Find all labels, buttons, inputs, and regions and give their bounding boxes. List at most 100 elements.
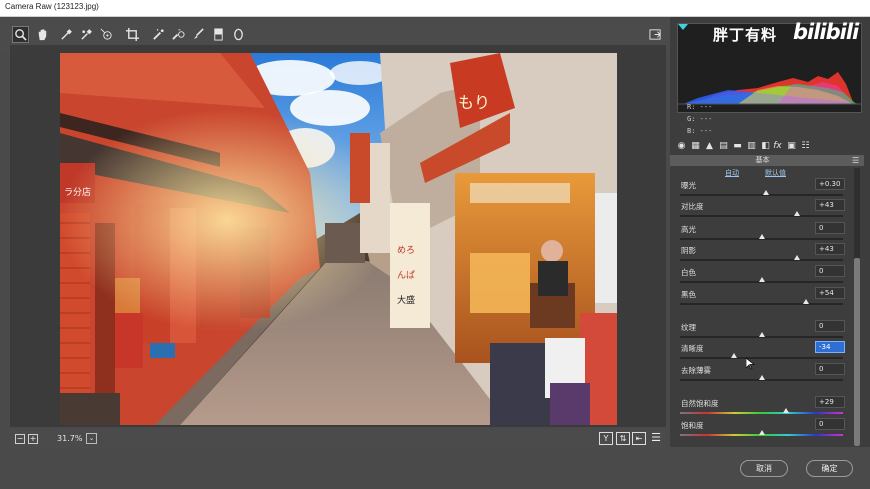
color-sampler-icon[interactable] xyxy=(78,26,95,43)
eyedropper-icon[interactable] xyxy=(58,26,75,43)
crop-icon[interactable] xyxy=(124,26,141,43)
slider-value-field[interactable]: +29 xyxy=(815,396,845,408)
detail-tab-icon[interactable]: ▲ xyxy=(704,141,715,152)
slider-label: 对比度 xyxy=(681,202,704,211)
slider-row: 纹理 0 xyxy=(680,320,850,342)
panel-tabs: ◉ ▦ ▲ ▤ ▬ ▥ ◧ fx ▣ ☷ xyxy=(670,139,870,155)
slider-thumb[interactable] xyxy=(758,375,765,380)
svg-text:大盛: 大盛 xyxy=(397,294,415,306)
brush-icon[interactable] xyxy=(190,26,207,43)
slider-value-field[interactable]: +0.30 xyxy=(815,178,845,190)
swap-settings-icon[interactable]: ⇅ xyxy=(616,432,630,445)
slider-thumb[interactable] xyxy=(730,353,737,358)
slider-label: 白色 xyxy=(681,268,696,277)
svg-text:めろ: めろ xyxy=(397,245,415,256)
preview-image[interactable]: ラ分店 もり めろ んぱ 大盛 xyxy=(60,53,617,425)
tone-curve-tab-icon[interactable]: ▦ xyxy=(690,141,701,152)
slider-label: 自然饱和度 xyxy=(681,399,719,408)
svg-text:もり: もり xyxy=(458,93,490,112)
slider-thumb[interactable] xyxy=(794,211,801,216)
basic-tab-icon[interactable]: ◉ xyxy=(676,141,687,152)
slider-value-field[interactable]: 0 xyxy=(815,265,845,277)
slider-value-field[interactable]: 0 xyxy=(815,320,845,332)
slider-row: 清晰度 -34 xyxy=(680,341,850,363)
slider-thumb[interactable] xyxy=(802,299,809,304)
slider-track[interactable] xyxy=(680,259,843,261)
zoom-out-button[interactable]: − xyxy=(15,434,25,444)
before-after-view-icon[interactable]: Y xyxy=(599,432,613,445)
slider-thumb[interactable] xyxy=(782,408,789,413)
calibration-tab-icon[interactable]: ▣ xyxy=(786,141,797,152)
zoom-dropdown[interactable]: ⌄ xyxy=(86,433,97,444)
slider-row: 去除薄雾 0 xyxy=(680,363,850,385)
slider-label: 高光 xyxy=(681,225,696,234)
slider-row: 阴影 +43 xyxy=(680,243,850,265)
slider-value-field[interactable]: 0 xyxy=(815,363,845,375)
slider-row: 曝光 +0.30 xyxy=(680,178,850,200)
watermark-logo: bilibili xyxy=(793,20,859,44)
watermark-channel: 胖丁有料 xyxy=(713,26,778,44)
open-in-new-icon[interactable] xyxy=(647,26,664,43)
rgb-readout: R: --- G: --- B: --- xyxy=(687,101,712,137)
toggle-settings-icon[interactable]: ☰ xyxy=(649,432,663,445)
zoom-icon[interactable] xyxy=(12,26,29,43)
panel-menu-icon[interactable]: ☰ xyxy=(852,156,859,165)
camera-raw-window: Camera Raw (123123.jpg) もり めろ んぱ 大盛 − + … xyxy=(0,0,870,489)
slider-thumb[interactable] xyxy=(758,277,765,282)
ok-button[interactable]: 确定 xyxy=(806,460,853,477)
split-toning-tab-icon[interactable]: ▬ xyxy=(732,141,743,152)
slider-label: 阴影 xyxy=(681,246,696,255)
slider-row: 黑色 +54 xyxy=(680,287,850,309)
default-link[interactable]: 默认值 xyxy=(765,168,786,178)
panel-scrollbar-thumb[interactable] xyxy=(854,258,860,446)
copy-settings-icon[interactable]: ⇤ xyxy=(632,432,646,445)
slider-value-field[interactable]: +43 xyxy=(815,199,845,211)
slider-value-field[interactable]: +43 xyxy=(815,243,845,255)
slider-track[interactable] xyxy=(680,215,843,217)
panel-title: 基本 xyxy=(755,156,770,164)
transform-tab-icon[interactable]: ◧ xyxy=(760,141,771,152)
slider-value-field[interactable]: -34 xyxy=(815,341,845,353)
slider-row: 对比度 +43 xyxy=(680,199,850,221)
slider-label: 黑色 xyxy=(681,290,696,299)
mouse-cursor-icon xyxy=(746,358,755,370)
spot-removal-icon[interactable] xyxy=(150,26,167,43)
svg-text:んぱ: んぱ xyxy=(397,270,415,281)
g-readout: G: --- xyxy=(687,115,713,123)
slider-thumb[interactable] xyxy=(794,255,801,260)
slider-value-field[interactable]: 0 xyxy=(815,222,845,234)
zoom-level: 31.7% xyxy=(57,434,83,443)
slider-row: 自然饱和度 +29 xyxy=(680,396,850,418)
hand-icon[interactable] xyxy=(34,26,51,43)
slider-thumb[interactable] xyxy=(758,430,765,435)
slider-value-field[interactable]: +54 xyxy=(815,287,845,299)
cancel-button[interactable]: 取消 xyxy=(740,460,788,477)
slider-row: 饱和度 0 xyxy=(680,418,850,440)
slider-track[interactable] xyxy=(680,194,843,196)
panel-header: 基本 xyxy=(670,155,864,166)
presets-tab-icon[interactable]: ☷ xyxy=(800,141,811,152)
radial-filter-icon[interactable] xyxy=(230,26,247,43)
effects-tab-icon[interactable]: fx xyxy=(772,141,783,152)
slider-value-field[interactable]: 0 xyxy=(815,418,845,430)
r-readout: R: --- xyxy=(687,103,713,111)
slider-track[interactable] xyxy=(680,303,843,305)
target-adjust-icon[interactable] xyxy=(98,26,115,43)
auto-link[interactable]: 自动 xyxy=(725,168,739,178)
slider-track[interactable] xyxy=(680,412,843,414)
hsl-tab-icon[interactable]: ▤ xyxy=(718,141,729,152)
slider-thumb[interactable] xyxy=(758,332,765,337)
red-eye-icon[interactable] xyxy=(170,26,187,43)
slider-label: 清晰度 xyxy=(681,344,704,353)
slider-label: 纹理 xyxy=(681,323,696,332)
slider-track[interactable] xyxy=(680,357,843,359)
graduated-filter-icon[interactable] xyxy=(210,26,227,43)
zoom-in-button[interactable]: + xyxy=(28,434,38,444)
slider-label: 曝光 xyxy=(681,181,696,190)
title-bar: Camera Raw (123123.jpg) xyxy=(0,0,870,17)
slider-label: 去除薄雾 xyxy=(681,366,711,375)
slider-thumb[interactable] xyxy=(758,234,765,239)
b-readout: B: --- xyxy=(687,127,713,135)
lens-tab-icon[interactable]: ▥ xyxy=(746,141,757,152)
slider-thumb[interactable] xyxy=(763,190,770,195)
